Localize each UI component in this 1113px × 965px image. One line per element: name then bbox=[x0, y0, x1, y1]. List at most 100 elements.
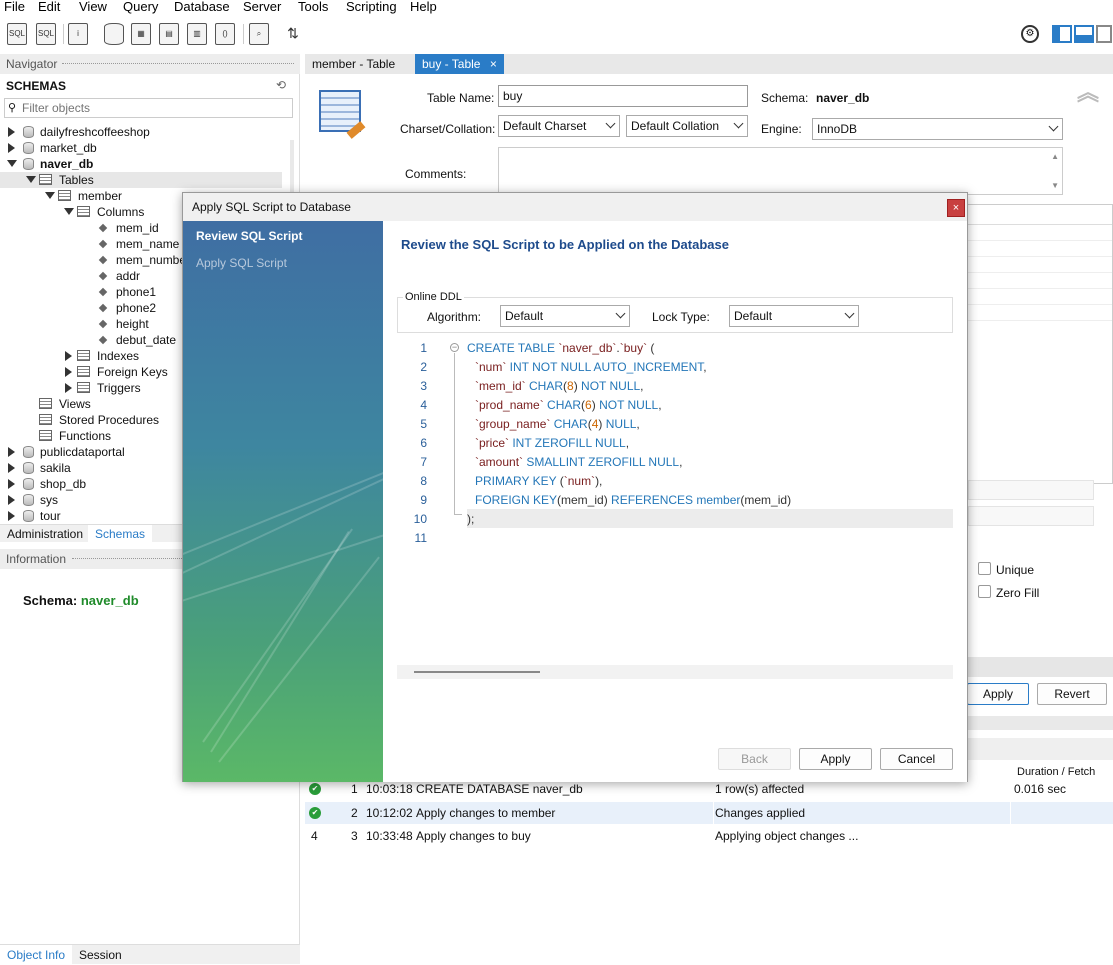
tab-schemas[interactable]: Schemas bbox=[88, 525, 153, 543]
unique-checkbox[interactable] bbox=[978, 562, 991, 575]
table-name-input[interactable]: buy bbox=[498, 85, 748, 107]
tree-schema-shop-db[interactable]: shop_db bbox=[40, 476, 86, 492]
dialog-cancel-button[interactable]: Cancel bbox=[880, 748, 953, 770]
close-icon[interactable]: × bbox=[947, 199, 965, 217]
tree-schema-sakila[interactable]: sakila bbox=[40, 460, 71, 476]
tree-schema-tour[interactable]: tour bbox=[40, 508, 61, 524]
tree-indexes[interactable]: Indexes bbox=[97, 348, 139, 364]
tree-column[interactable]: mem_name bbox=[116, 236, 179, 252]
comments-textarea[interactable]: ▲ ▼ bbox=[498, 147, 1063, 195]
refresh-schemas-icon[interactable]: ⟲ bbox=[276, 78, 286, 92]
charset-select[interactable]: Default Charset bbox=[498, 115, 620, 137]
search-table-data-icon[interactable]: ⌕ bbox=[249, 23, 269, 45]
tree-tables[interactable]: Tables bbox=[59, 172, 94, 188]
tree-foreign-keys[interactable]: Foreign Keys bbox=[97, 364, 168, 380]
columns-grid[interactable] bbox=[945, 204, 1113, 484]
tree-triggers[interactable]: Triggers bbox=[97, 380, 141, 396]
menu-query[interactable]: Query bbox=[123, 0, 158, 14]
create-view-icon[interactable]: ▤ bbox=[159, 23, 179, 45]
toggle-sidebar-icon[interactable] bbox=[1052, 25, 1072, 43]
tree-column[interactable]: phone2 bbox=[116, 300, 156, 316]
tab-object-info[interactable]: Object Info bbox=[0, 945, 73, 965]
column-detail-field[interactable] bbox=[968, 506, 1094, 526]
expand-arrow-icon[interactable] bbox=[8, 463, 15, 473]
tree-schema-dailyfreshcoffeeshop[interactable]: dailyfreshcoffeeshop bbox=[40, 124, 150, 140]
expand-arrow-icon[interactable] bbox=[8, 511, 15, 521]
table-row[interactable]: 4 3 10:33:48 Apply changes to buy Applyi… bbox=[305, 825, 1113, 847]
revert-button[interactable]: Revert bbox=[1037, 683, 1107, 705]
create-table-icon[interactable]: ▦ bbox=[131, 23, 151, 45]
apply-button[interactable]: Apply bbox=[967, 683, 1029, 705]
scroll-down-icon[interactable]: ▼ bbox=[1051, 181, 1059, 190]
tree-schema-sys[interactable]: sys bbox=[40, 492, 58, 508]
scroll-up-icon[interactable]: ▲ bbox=[1051, 152, 1059, 161]
menu-database[interactable]: Database bbox=[174, 0, 230, 14]
settings-gear-icon[interactable]: ⚙ bbox=[1021, 25, 1039, 43]
fold-icon[interactable]: − bbox=[450, 343, 459, 352]
tab-buy-table[interactable]: buy - Table × bbox=[415, 54, 504, 74]
expand-arrow-icon[interactable] bbox=[8, 143, 15, 153]
collation-select[interactable]: Default Collation bbox=[626, 115, 748, 137]
line-number: 11 bbox=[414, 531, 427, 545]
tree-schema-market-db[interactable]: market_db bbox=[40, 140, 97, 156]
tree-column[interactable]: addr bbox=[116, 268, 140, 284]
zerofill-checkbox[interactable] bbox=[978, 585, 991, 598]
collapse-arrow-icon[interactable] bbox=[7, 160, 17, 167]
inspector-icon[interactable]: i bbox=[68, 23, 88, 45]
create-procedure-icon[interactable]: ▥ bbox=[187, 23, 207, 45]
expand-arrow-icon[interactable] bbox=[8, 479, 15, 489]
create-function-icon[interactable]: () bbox=[215, 23, 235, 45]
collapse-arrow-icon[interactable] bbox=[26, 176, 36, 183]
menu-file[interactable]: File bbox=[4, 0, 25, 14]
menu-view[interactable]: View bbox=[79, 0, 107, 14]
tree-columns[interactable]: Columns bbox=[97, 204, 144, 220]
engine-select[interactable]: InnoDB bbox=[812, 118, 1063, 140]
expand-arrow-icon[interactable] bbox=[8, 495, 15, 505]
tree-functions[interactable]: Functions bbox=[59, 428, 111, 444]
filter-objects-field[interactable]: ⚲ bbox=[4, 98, 293, 118]
tree-views[interactable]: Views bbox=[59, 396, 91, 412]
charset-value: Default Charset bbox=[503, 119, 587, 133]
sql-script-editor[interactable]: − 1 2 3 4 5 6 7 8 9 10 11 CREATE TABLE `… bbox=[397, 339, 953, 679]
expand-arrow-icon[interactable] bbox=[8, 447, 15, 457]
menu-edit[interactable]: Edit bbox=[38, 0, 60, 14]
new-sql-tab-icon[interactable]: SQL bbox=[7, 23, 27, 45]
back-button[interactable]: Back bbox=[718, 748, 791, 770]
menu-tools[interactable]: Tools bbox=[298, 0, 328, 14]
collapse-arrow-icon[interactable] bbox=[64, 208, 74, 215]
toggle-output-icon[interactable] bbox=[1074, 25, 1094, 43]
tab-member-table[interactable]: member - Table bbox=[305, 54, 402, 74]
tree-table-member[interactable]: member bbox=[78, 188, 122, 204]
menu-help[interactable]: Help bbox=[410, 0, 437, 14]
open-sql-script-icon[interactable]: SQL bbox=[36, 23, 56, 45]
table-row[interactable]: ✔ 2 10:12:02 Apply changes to member Cha… bbox=[305, 802, 1113, 824]
tree-schema-naver-db[interactable]: naver_db bbox=[40, 156, 93, 172]
tree-column[interactable]: height bbox=[116, 316, 149, 332]
expand-arrow-icon[interactable] bbox=[65, 367, 72, 377]
filter-objects-input[interactable] bbox=[22, 100, 287, 116]
tree-column[interactable]: debut_date bbox=[116, 332, 176, 348]
collapse-arrow-icon[interactable] bbox=[45, 192, 55, 199]
tree-column[interactable]: phone1 bbox=[116, 284, 156, 300]
menu-server[interactable]: Server bbox=[243, 0, 281, 14]
expand-arrow-icon[interactable] bbox=[8, 127, 15, 137]
algorithm-select[interactable]: Default bbox=[500, 305, 630, 327]
tree-schema-publicdataportal[interactable]: publicdataportal bbox=[40, 444, 125, 460]
tree-stored-procedures[interactable]: Stored Procedures bbox=[59, 412, 159, 428]
tab-administration[interactable]: Administration bbox=[7, 527, 83, 541]
tree-column[interactable]: mem_number bbox=[116, 252, 190, 268]
close-tab-icon[interactable]: × bbox=[490, 57, 497, 71]
column-detail-field[interactable] bbox=[968, 480, 1094, 500]
tab-session[interactable]: Session bbox=[79, 948, 122, 962]
tree-column[interactable]: mem_id bbox=[116, 220, 159, 236]
create-schema-icon[interactable] bbox=[104, 23, 124, 45]
horizontal-scrollbar[interactable] bbox=[397, 665, 953, 679]
menu-scripting[interactable]: Scripting bbox=[346, 0, 397, 14]
expand-arrow-icon[interactable] bbox=[65, 383, 72, 393]
reconnect-icon[interactable]: ⇅ bbox=[283, 23, 303, 45]
dialog-apply-button[interactable]: Apply bbox=[799, 748, 872, 770]
collapse-up-icon[interactable]: ︽ bbox=[1077, 82, 1099, 104]
lock-type-select[interactable]: Default bbox=[729, 305, 859, 327]
toggle-secondary-sidebar-icon[interactable] bbox=[1096, 25, 1112, 43]
expand-arrow-icon[interactable] bbox=[65, 351, 72, 361]
